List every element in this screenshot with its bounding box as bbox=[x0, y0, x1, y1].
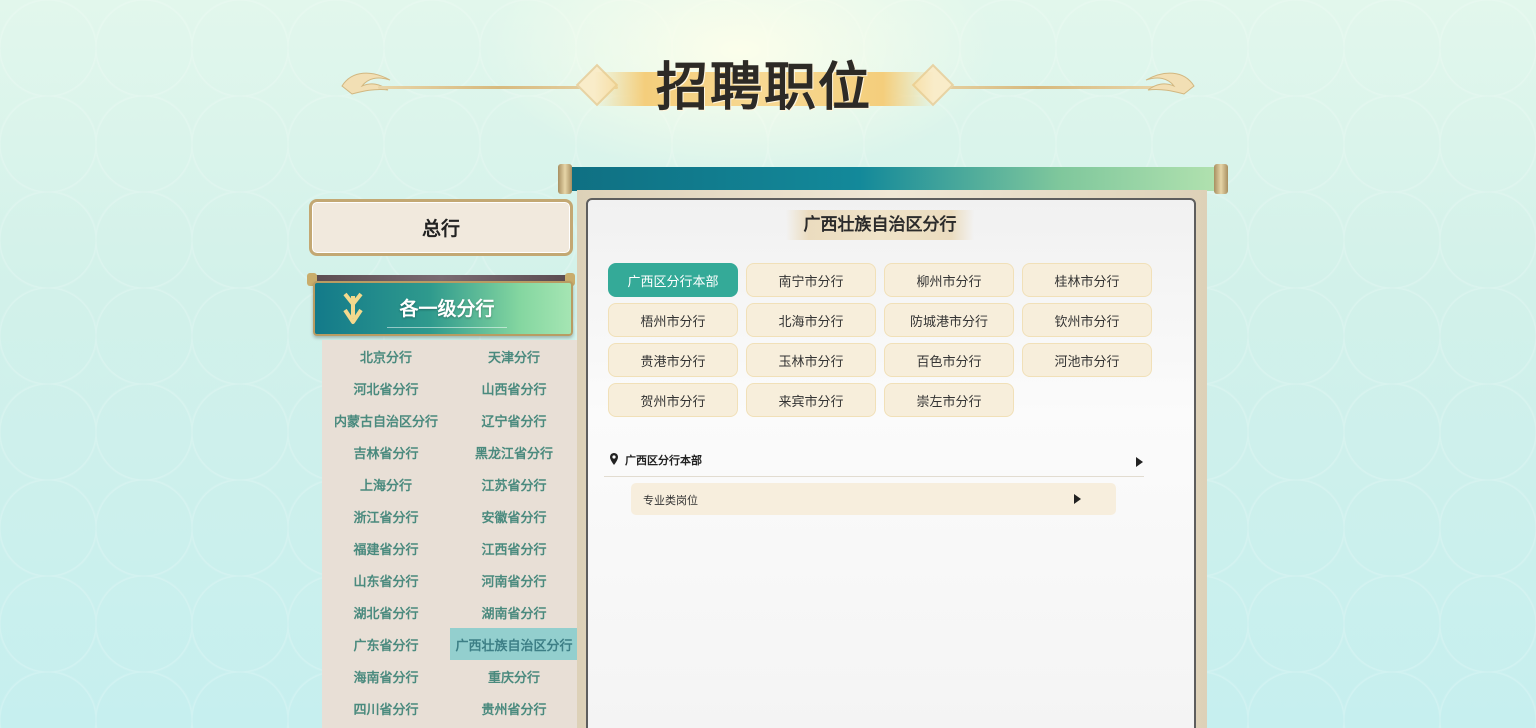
city-button[interactable]: 百色市分行 bbox=[884, 343, 1014, 377]
triangle-right-icon bbox=[1136, 457, 1143, 467]
city-button[interactable]: 南宁市分行 bbox=[746, 263, 876, 297]
city-button[interactable]: 玉林市分行 bbox=[746, 343, 876, 377]
branch-item[interactable]: 贵州省分行 bbox=[450, 692, 578, 724]
branch-item[interactable]: 海南省分行 bbox=[322, 660, 450, 692]
job-category-label: 专业类岗位 bbox=[643, 494, 698, 507]
wing-ornament-left-icon bbox=[341, 72, 391, 95]
triangle-right-icon bbox=[1074, 494, 1081, 504]
branch-item[interactable]: 福建省分行 bbox=[322, 532, 450, 564]
branch-item[interactable]: 河南省分行 bbox=[450, 564, 578, 596]
city-button[interactable]: 梧州市分行 bbox=[608, 303, 738, 337]
title-banner: 招聘职位 bbox=[338, 58, 1198, 118]
branch-item[interactable]: 上海分行 bbox=[322, 468, 450, 500]
city-button[interactable]: 崇左市分行 bbox=[884, 383, 1014, 417]
branch-item[interactable]: 重庆分行 bbox=[450, 660, 578, 692]
city-button[interactable]: 河池市分行 bbox=[1022, 343, 1152, 377]
branch-item[interactable]: 黑龙江省分行 bbox=[450, 436, 578, 468]
branch-item[interactable]: 河北省分行 bbox=[322, 372, 450, 404]
branch-item[interactable]: 天津分行 bbox=[450, 340, 578, 372]
branch-item[interactable]: 湖南省分行 bbox=[450, 596, 578, 628]
scroll-rod bbox=[558, 164, 1228, 194]
page-title: 招聘职位 bbox=[655, 57, 872, 118]
city-button[interactable]: 贺州市分行 bbox=[608, 383, 738, 417]
city-button[interactable]: 桂林市分行 bbox=[1022, 263, 1152, 297]
location-pin-icon bbox=[610, 453, 618, 465]
dept-label: 广西区分行本部 bbox=[625, 454, 702, 467]
city-button[interactable]: 来宾市分行 bbox=[746, 383, 876, 417]
branch-item[interactable]: 山东省分行 bbox=[322, 564, 450, 596]
wing-ornament-right-icon bbox=[1145, 72, 1195, 95]
branch-header[interactable]: 各一级分行 bbox=[313, 281, 573, 336]
branch-item[interactable]: 辽宁省分行 bbox=[450, 404, 578, 436]
branch-item[interactable]: 内蒙古自治区分行 bbox=[322, 404, 450, 436]
region-title: 广西壮族自治区分行 bbox=[786, 210, 974, 240]
branch-item[interactable]: 广西壮族自治区分行 bbox=[450, 628, 578, 660]
branch-header-underline bbox=[387, 327, 507, 328]
city-button[interactable]: 北海市分行 bbox=[746, 303, 876, 337]
double-chevron-down-icon bbox=[343, 292, 363, 324]
city-button[interactable]: 钦州市分行 bbox=[1022, 303, 1152, 337]
branch-header-label: 各一级分行 bbox=[399, 298, 495, 320]
city-button[interactable]: 柳州市分行 bbox=[884, 263, 1014, 297]
city-button[interactable]: 广西区分行本部 bbox=[608, 263, 738, 297]
branch-item[interactable]: 吉林省分行 bbox=[322, 436, 450, 468]
scroll-rod-cap-right bbox=[1214, 164, 1228, 194]
branch-list: 北京分行 天津分行 河北省分行 山西省分行 内蒙古自治区分行 辽宁省分行 吉林省分行 黑龙江省… bbox=[322, 340, 578, 728]
branch-item[interactable]: 四川省分行 bbox=[322, 692, 450, 724]
branch-item[interactable]: 山西省分行 bbox=[450, 372, 578, 404]
branch-item[interactable]: 湖北省分行 bbox=[322, 596, 450, 628]
branch-item[interactable]: 广东省分行 bbox=[322, 628, 450, 660]
scroll-rod-cap-left bbox=[558, 164, 572, 194]
branch-item[interactable]: 江苏省分行 bbox=[450, 468, 578, 500]
branch-item[interactable]: 浙江省分行 bbox=[322, 500, 450, 532]
city-grid: 广西区分行本部 南宁市分行 柳州市分行 桂林市分行梧州市分行 北海市分行 防城港市分行 钦州… bbox=[608, 263, 1156, 417]
branch-item[interactable]: 北京分行 bbox=[322, 340, 450, 372]
title-line-right bbox=[918, 86, 1158, 89]
city-button[interactable]: 贵港市分行 bbox=[608, 343, 738, 377]
city-button[interactable]: 防城港市分行 bbox=[884, 303, 1014, 337]
branch-item[interactable]: 江西省分行 bbox=[450, 532, 578, 564]
job-category-row[interactable]: 专业类岗位 bbox=[631, 483, 1116, 515]
headquarters-button[interactable]: 总行 bbox=[309, 199, 573, 256]
dept-row[interactable]: 广西区分行本部 bbox=[604, 446, 1144, 477]
branch-item[interactable]: 安徽省分行 bbox=[450, 500, 578, 532]
